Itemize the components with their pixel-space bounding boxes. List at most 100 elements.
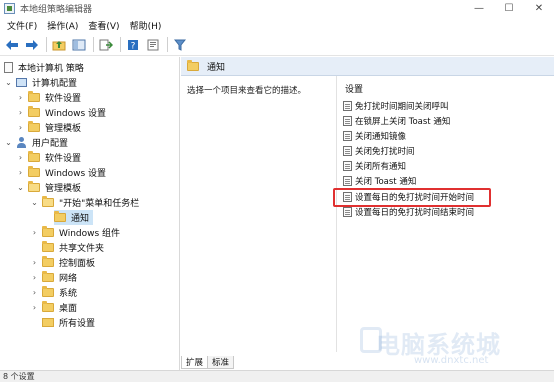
menu-action[interactable]: 操作(A) [42, 19, 83, 32]
chevron-down-icon[interactable]: ⌄ [4, 135, 13, 150]
tree-item-start-menu-taskbar[interactable]: ⌄ "开始"菜单和任务栏 [30, 195, 139, 210]
setting-label: 设置每日的免打扰时间结束时间 [355, 207, 475, 218]
policy-setting-icon [343, 115, 352, 126]
red-highlight-annotation [333, 188, 491, 207]
minimize-button[interactable]: — [464, 0, 494, 17]
menu-file[interactable]: 文件(F) [2, 19, 42, 32]
setting-label: 关闭 Toast 通知 [355, 176, 417, 187]
details-title: 通知 [207, 62, 226, 73]
toolbar-separator [120, 37, 121, 52]
setting-row[interactable]: 在锁屏上关闭 Toast 通知 [343, 113, 450, 128]
settings-column-header[interactable]: 设置 [345, 82, 363, 95]
tree-item-label: 通知 [71, 214, 90, 224]
tree-item-windows-settings[interactable]: › Windows 设置 [16, 165, 106, 180]
menu-help[interactable]: 帮助(H) [125, 19, 167, 32]
close-button[interactable]: ✕ [524, 0, 554, 17]
maximize-button[interactable]: ☐ [494, 0, 524, 17]
policy-setting-icon [343, 206, 352, 217]
chevron-right-icon[interactable]: › [16, 105, 25, 120]
description-text: 选择一个项目来查看它的描述。 [187, 86, 307, 96]
tree-item-notifications[interactable]: 通知 [54, 210, 94, 225]
tree-item-user-config[interactable]: ⌄ 用户配置 [4, 135, 68, 150]
tree-item-all-settings[interactable]: 所有设置 [42, 315, 95, 330]
details-header: 通知 [181, 57, 554, 76]
tree-item-label: 软件设置 [45, 154, 82, 164]
policy-tree-pane: 本地计算机 策略 ⌄ 计算机配置 › 软件设置 › Windows 设置 › 管… [0, 57, 180, 370]
tree-item-computer-config[interactable]: ⌄ 计算机配置 [4, 75, 77, 90]
tree-item-label: "开始"菜单和任务栏 [59, 199, 140, 209]
tree-item-system[interactable]: › 系统 [30, 285, 77, 300]
toolbar-separator [167, 37, 168, 52]
chevron-right-icon[interactable]: › [30, 255, 39, 270]
policy-setting-icon [343, 100, 352, 111]
tree-item-control-panel[interactable]: › 控制面板 [30, 255, 95, 270]
tree-item-desktop[interactable]: › 桌面 [30, 300, 77, 315]
chevron-right-icon[interactable]: › [16, 90, 25, 105]
folder-open-icon [28, 181, 40, 192]
setting-label: 在锁屏上关闭 Toast 通知 [355, 116, 451, 127]
chevron-down-icon[interactable]: ⌄ [30, 195, 39, 210]
help-icon[interactable]: ? [125, 37, 141, 53]
chevron-right-icon[interactable]: › [16, 150, 25, 165]
setting-label: 关闭免打扰时间 [355, 146, 415, 157]
properties-icon[interactable] [145, 37, 161, 53]
setting-row[interactable]: 关闭通知镜像 [343, 128, 406, 143]
folder-icon [187, 59, 199, 71]
setting-row[interactable]: 关闭免打扰时间 [343, 143, 415, 158]
folder-icon [54, 211, 66, 222]
tree-item-label: 管理模板 [45, 184, 82, 194]
tree-item-shared-folders[interactable]: 共享文件夹 [42, 240, 104, 255]
folder-icon [28, 121, 40, 132]
tree-item-network[interactable]: › 网络 [30, 270, 77, 285]
tree-item-windows-components[interactable]: › Windows 组件 [30, 225, 120, 240]
export-list-icon[interactable] [98, 37, 114, 53]
tree-item-local-computer-policy[interactable]: 本地计算机 策略 [4, 60, 84, 75]
chevron-right-icon[interactable]: › [30, 300, 39, 315]
tree-item-label: 用户配置 [32, 139, 69, 149]
folder-icon [42, 271, 54, 282]
menu-bar: 文件(F) 操作(A) 查看(V) 帮助(H) [0, 17, 554, 34]
tree-item-admin-templates[interactable]: › 管理模板 [16, 120, 81, 135]
toolbar: ? [0, 34, 554, 56]
title-bar: 本地组策略编辑器 — ☐ ✕ [0, 0, 554, 17]
details-pane: 通知 选择一个项目来查看它的描述。 设置 免打扰时间期间关闭呼叫 在锁屏上关闭 … [181, 57, 554, 370]
filter-icon[interactable] [172, 37, 188, 53]
user-icon [16, 137, 27, 148]
group-policy-app-icon [4, 3, 15, 14]
settings-folder-icon [42, 318, 54, 327]
forward-arrow-icon[interactable] [24, 37, 40, 53]
svg-text:?: ? [131, 41, 136, 51]
tree-item-software-settings[interactable]: › 软件设置 [16, 90, 81, 105]
chevron-right-icon[interactable]: › [30, 270, 39, 285]
tree-item-windows-settings[interactable]: › Windows 设置 [16, 105, 106, 120]
tree-item-admin-templates[interactable]: ⌄ 管理模板 [16, 180, 81, 195]
chevron-right-icon[interactable]: › [30, 225, 39, 240]
tab-standard[interactable]: 标准 [207, 356, 235, 369]
folder-icon [42, 286, 54, 297]
chevron-right-icon[interactable]: › [30, 285, 39, 300]
show-tree-icon[interactable] [71, 37, 87, 53]
toolbar-separator [46, 37, 47, 52]
folder-icon [42, 241, 54, 252]
setting-row[interactable]: 关闭 Toast 通知 [343, 173, 416, 188]
folder-icon [42, 301, 54, 312]
tree-item-label: 软件设置 [45, 94, 82, 104]
up-folder-icon[interactable] [51, 37, 67, 53]
window-controls: — ☐ ✕ [464, 0, 554, 17]
chevron-right-icon[interactable]: › [16, 165, 25, 180]
tree-item-software-settings[interactable]: › 软件设置 [16, 150, 81, 165]
folder-icon [28, 166, 40, 177]
back-arrow-icon[interactable] [4, 37, 20, 53]
tree-item-label: 控制面板 [59, 259, 96, 269]
folder-icon [42, 226, 54, 237]
folder-icon [28, 106, 40, 117]
tab-extended[interactable]: 扩展 [181, 356, 209, 369]
menu-view[interactable]: 查看(V) [83, 19, 124, 32]
chevron-down-icon[interactable]: ⌄ [16, 180, 25, 195]
policy-setting-icon [343, 145, 352, 156]
chevron-right-icon[interactable]: › [16, 120, 25, 135]
tree-item-label: Windows 设置 [45, 169, 107, 179]
setting-row[interactable]: 关闭所有通知 [343, 158, 406, 173]
setting-row[interactable]: 免打扰时间期间关闭呼叫 [343, 98, 449, 113]
chevron-down-icon[interactable]: ⌄ [4, 75, 13, 90]
